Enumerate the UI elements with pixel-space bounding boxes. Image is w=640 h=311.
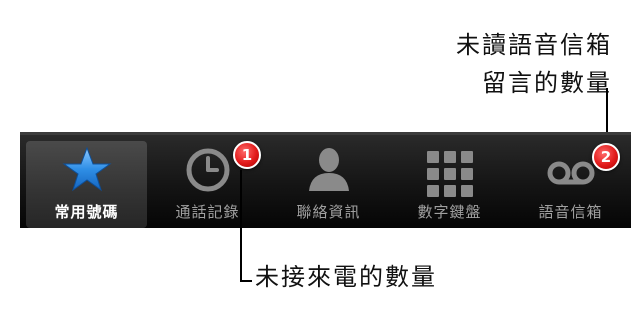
tab-contacts[interactable]: 聯絡資訊	[268, 135, 389, 228]
voicemail-icon	[545, 145, 597, 193]
tab-favorites-label: 常用號碼	[54, 203, 119, 221]
tab-recents[interactable]: 1 通話記錄	[147, 135, 268, 228]
tab-voicemail[interactable]: 2 語音信箱	[510, 135, 631, 228]
star-icon	[61, 145, 113, 193]
clock-icon	[182, 145, 234, 193]
tab-keypad[interactable]: 數字鍵盤	[389, 135, 510, 228]
tab-keypad-label: 數字鍵盤	[417, 203, 482, 221]
missed-calls-badge: 1	[233, 141, 261, 169]
tab-contacts-label: 聯絡資訊	[296, 203, 361, 221]
missed-calls-count-callout: 未接來電的數量	[255, 263, 437, 291]
tab-favorites[interactable]: 常用號碼	[26, 141, 147, 228]
tab-recents-label: 通話記錄	[175, 203, 240, 221]
missed-calls-callout-leader-line	[240, 170, 242, 282]
phone-tab-bar: 常用號碼 1 通話記錄 聯絡資訊 數字鍵盤 2 語音信箱	[20, 132, 631, 228]
voicemail-count-callout-line1: 未讀語音信箱	[456, 31, 612, 59]
voicemail-count-callout-line2: 留言的數量	[482, 69, 612, 97]
voicemail-count-badge: 2	[592, 143, 620, 171]
tab-voicemail-label: 語音信箱	[538, 203, 603, 221]
missed-calls-callout-leader-tick	[240, 280, 252, 282]
person-icon	[303, 145, 355, 193]
keypad-icon	[424, 145, 476, 197]
